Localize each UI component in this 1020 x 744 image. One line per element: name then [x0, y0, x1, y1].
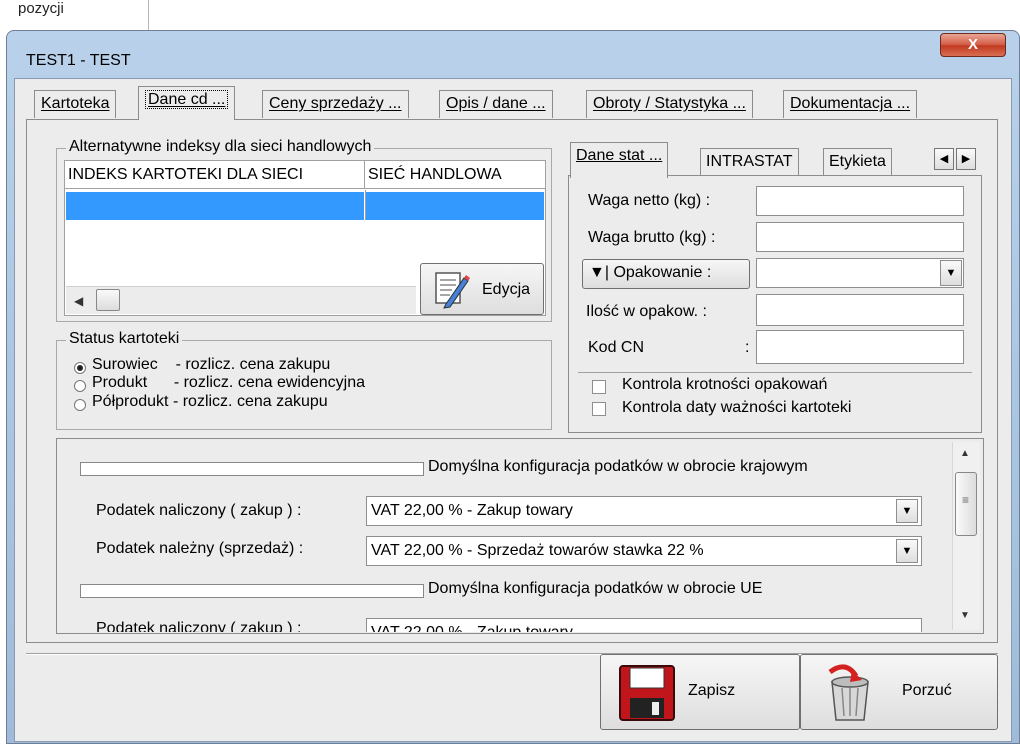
waga-brutto-field[interactable] [756, 222, 964, 252]
grid-header-indeks[interactable]: INDEKS KARTOTEKI DLA SIECI [65, 161, 365, 189]
podatek-nalezny-select[interactable]: VAT 22,00 % - Sprzedaż towarów stawka 22… [366, 536, 922, 566]
ilosc-field[interactable] [756, 294, 964, 326]
section-bar-krajowy [80, 462, 424, 476]
tab-obroty-statystyka[interactable]: Obroty / Statystyka ... [586, 90, 753, 118]
section-title-ue: Domyślna konfiguracja podatków w obrocie… [428, 580, 763, 597]
radio-polprodukt-label: Półprodukt - rozlicz. cena zakupu [92, 393, 328, 410]
trash-bin-icon [820, 662, 880, 724]
radio-polprodukt[interactable] [74, 399, 86, 411]
tab-dokumentacja[interactable]: Dokumentacja ... [783, 90, 918, 118]
zapisz-button-label: Zapisz [688, 682, 736, 699]
tax-panel-vertical-scrollbar[interactable] [952, 442, 980, 630]
scroll-thumb[interactable] [96, 289, 120, 311]
partially-visible-row: Podatek naliczony ( zakup ) : VAT 22,00 … [58, 612, 948, 632]
radio-produkt-label: Produkt - rozlicz. cena ewidencyjna [92, 374, 366, 391]
radio-surowiec[interactable] [74, 362, 86, 374]
kontrola-daty-label: Kontrola daty ważności kartoteki [622, 399, 852, 416]
grip-icon: ≡ [962, 493, 970, 507]
alt-index-group-title: Alternatywne indeksy dla sieci handlowyc… [66, 138, 375, 156]
grid-column-divider [365, 190, 366, 220]
kontrola-krotnosci-label: Kontrola krotności opakowań [622, 376, 828, 393]
waga-netto-field[interactable] [756, 186, 964, 216]
podatek-naliczony-ue-select[interactable]: VAT 22,00 % - Zakup towary [366, 618, 922, 632]
radio-surowiec-label: Surowiec - rozlicz. cena zakupu [92, 356, 331, 373]
section-title-krajowy: Domyślna konfiguracja podatków w obrocie… [428, 458, 808, 475]
waga-netto-label: Waga netto (kg) : [588, 192, 711, 209]
status-group-title: Status kartoteki [66, 330, 183, 348]
subtab-dane-stat[interactable]: Dane stat ... [570, 142, 669, 178]
subtab-dane-stat-label: Dane stat ... [576, 147, 663, 164]
podatek-naliczony-label: Podatek naliczony ( zakup ) : [96, 502, 302, 519]
kod-cn-colon: : [745, 339, 750, 356]
section-bar-ue [80, 584, 424, 598]
edit-document-icon [430, 268, 472, 310]
grid-header-siec[interactable]: SIEĆ HANDLOWA [365, 161, 545, 189]
radio-produkt[interactable] [74, 380, 86, 392]
subtab-scroll-right-icon[interactable]: ▶ [956, 148, 976, 170]
nalezny-dropdown-icon[interactable]: ▼ [896, 539, 918, 563]
table-row-selected-cell-1[interactable] [66, 192, 364, 220]
window-title: TEST1 - TEST [26, 52, 131, 69]
scroll-down-icon[interactable]: ▼ [960, 610, 970, 621]
table-row-selected-cell-2[interactable] [366, 192, 544, 220]
background-label: pozycji [18, 0, 64, 17]
subtab-scroll-left-icon[interactable]: ◀ [934, 148, 954, 170]
checkbox-kontrola-daty[interactable] [592, 402, 606, 416]
floppy-disk-icon [618, 664, 676, 722]
scroll-up-icon[interactable]: ▲ [960, 448, 970, 459]
podatek-naliczony-select[interactable]: VAT 22,00 % - Zakup towary [366, 496, 922, 526]
divider-line [578, 372, 972, 373]
subtab-intrastat[interactable]: INTRASTAT [700, 148, 799, 176]
ilosc-label: Ilość w opakow. : [586, 303, 707, 320]
waga-brutto-label: Waga brutto (kg) : [588, 229, 716, 246]
background-window [0, 0, 1020, 30]
close-button[interactable]: X [940, 33, 1006, 57]
subtab-etykieta[interactable]: Etykieta [823, 148, 892, 176]
scroll-left-icon[interactable]: ◀ [74, 294, 83, 308]
tab-ceny-sprzedazy[interactable]: Ceny sprzedaży ... [262, 90, 409, 118]
opakowanie-dropdown-icon[interactable]: ▼ [940, 260, 962, 286]
podatek-nalezny-label: Podatek należny (sprzedaż) : [96, 540, 304, 557]
edycja-button-label: Edycja [482, 281, 531, 298]
naliczony-dropdown-icon[interactable]: ▼ [896, 499, 918, 523]
opakowanie-select[interactable] [756, 258, 964, 288]
opakowanie-button-label: ▼| Opakowanie : [589, 264, 712, 281]
checkbox-kontrola-krotnosci[interactable] [592, 380, 606, 394]
podatek-naliczony-ue-label: Podatek naliczony ( zakup ) : [96, 620, 302, 632]
tab-opis-dane[interactable]: Opis / dane ... [439, 90, 553, 118]
porzuc-button-label: Porzuć [902, 682, 952, 699]
kod-cn-label: Kod CN [588, 339, 645, 356]
kod-cn-field[interactable] [756, 330, 964, 364]
tab-kartoteka[interactable]: Kartoteka [34, 90, 117, 118]
tab-dane-cd-label: Dane cd ... [145, 90, 229, 109]
tab-dane-cd[interactable]: Dane cd ... [138, 86, 236, 120]
